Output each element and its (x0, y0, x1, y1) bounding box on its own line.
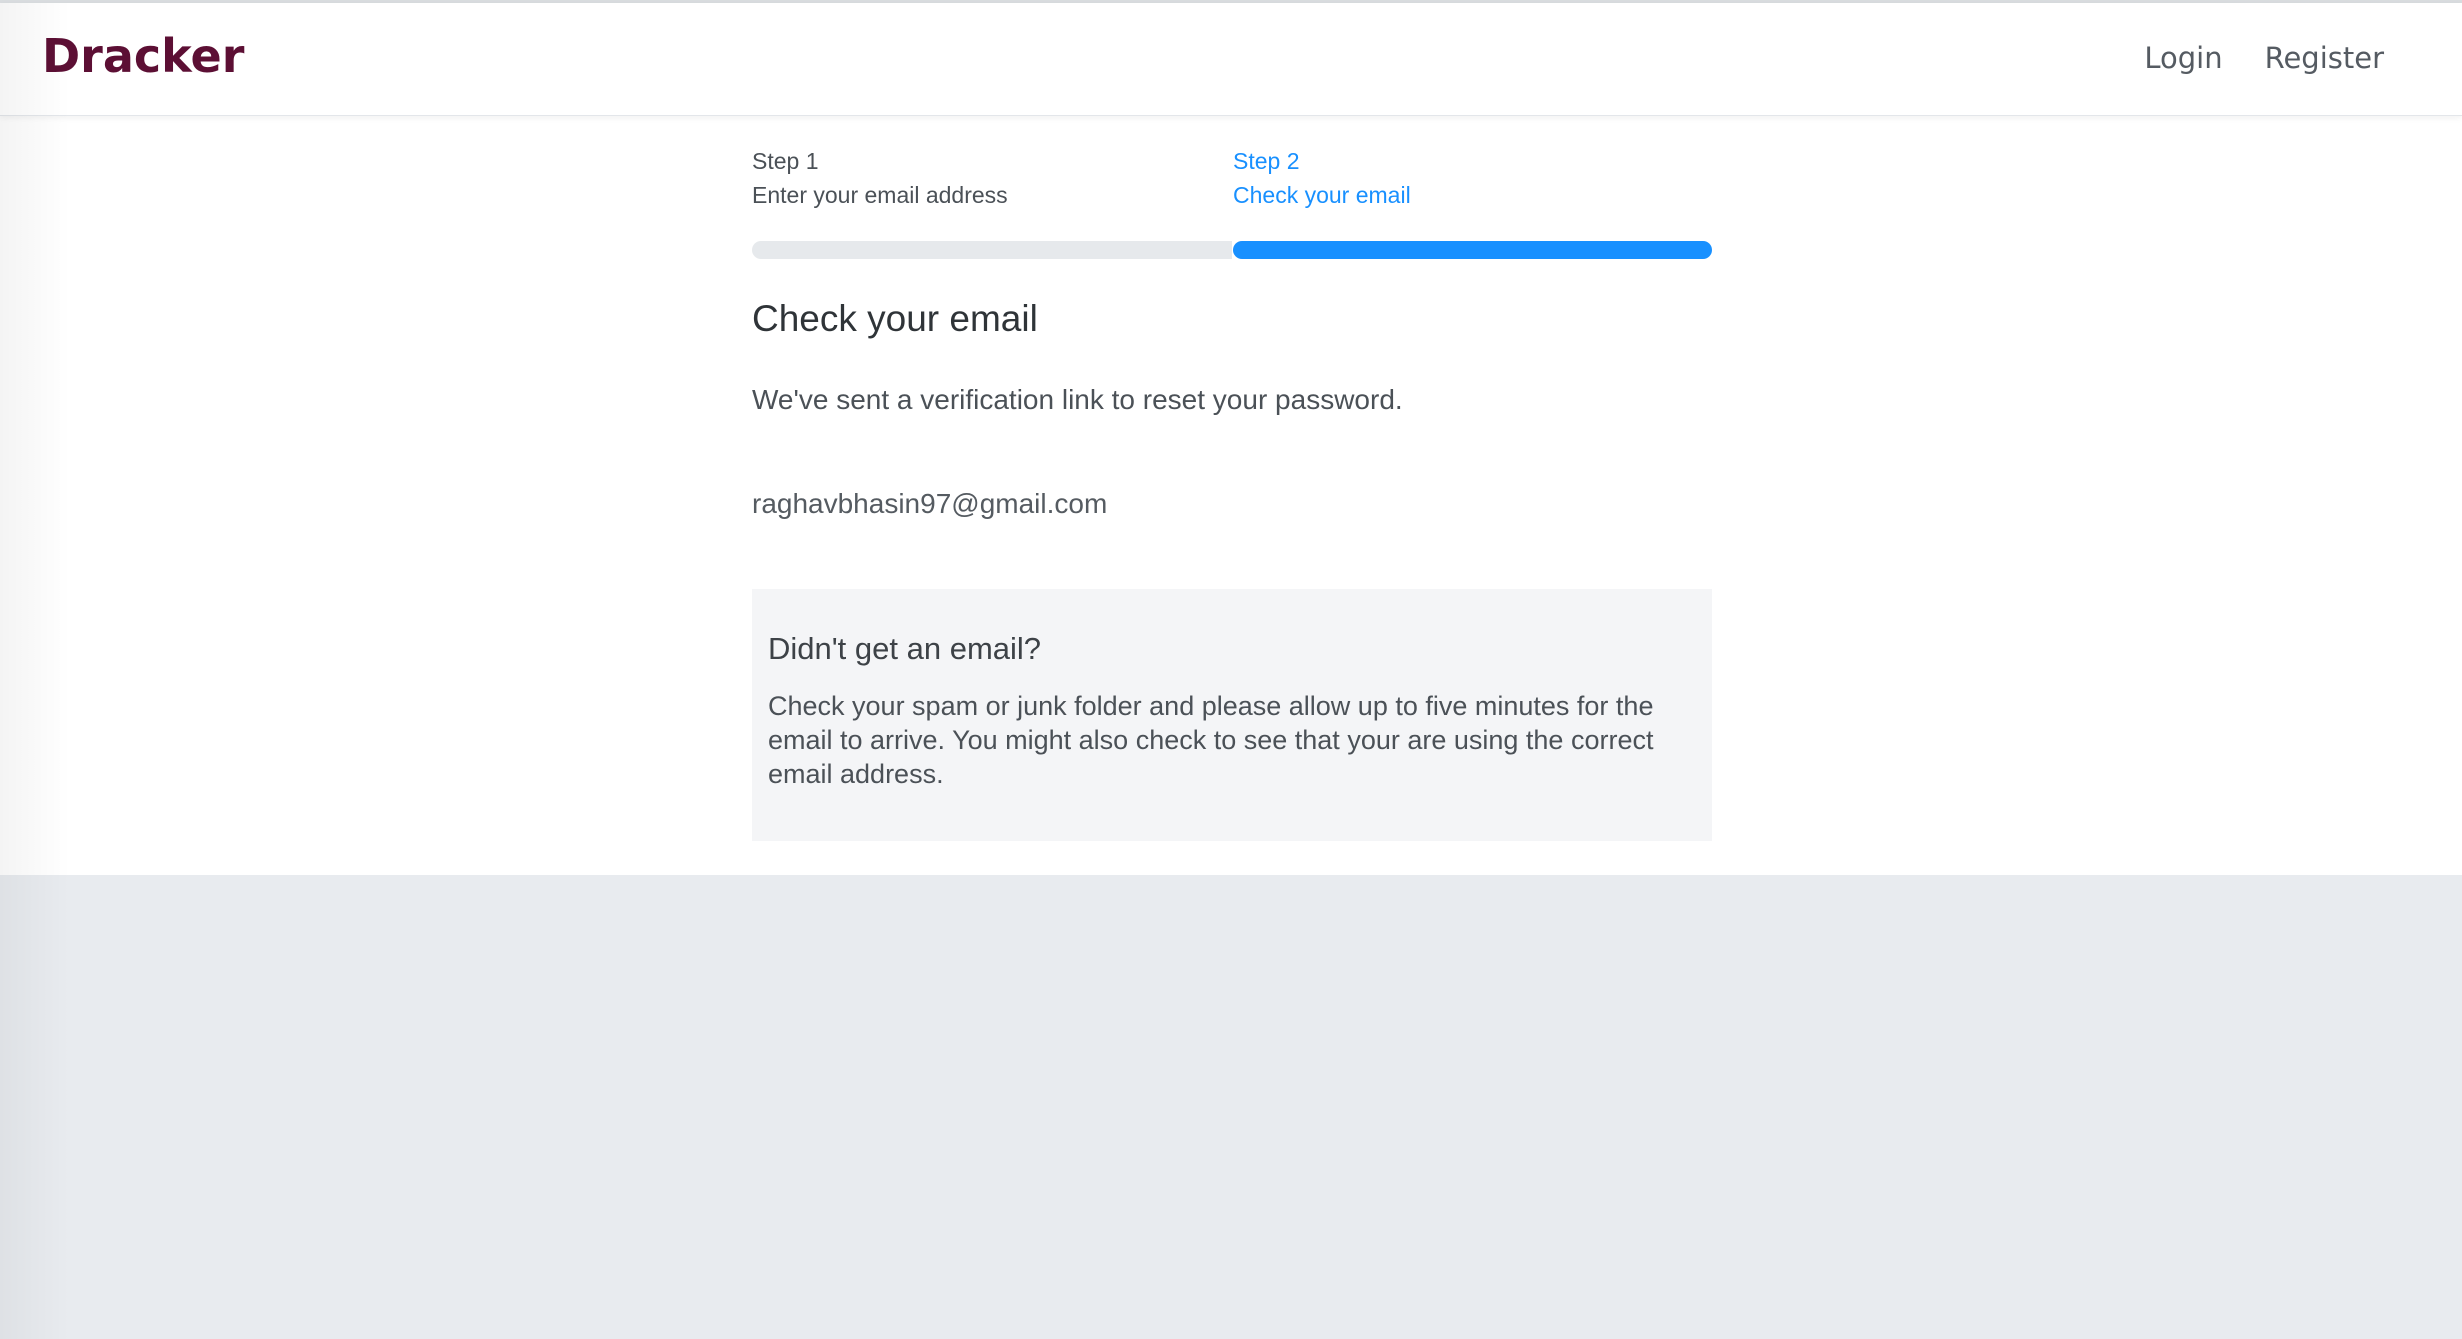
step-1-title: Enter your email address (752, 182, 1008, 208)
step-1: Step 1 Enter your email address (752, 145, 1008, 213)
page-title: Check your email (752, 298, 1038, 339)
step-2: Step 2 Check your email (1233, 145, 1411, 213)
step-2-title: Check your email (1233, 182, 1411, 208)
nav-links: Login Register (2144, 41, 2384, 75)
step-1-number: Step 1 (752, 148, 819, 174)
help-text: Check your spam or junk folder and pleas… (768, 691, 1654, 789)
help-box: Didn't get an email? Check your spam or … (752, 589, 1712, 841)
step-indicator: Step 1 Enter your email address Step 2 C… (752, 145, 1712, 259)
step-2-number: Step 2 (1233, 148, 1300, 174)
step-progress-bar (752, 241, 1712, 259)
login-link[interactable]: Login (2144, 41, 2222, 75)
help-title: Didn't get an email? (768, 631, 1042, 666)
progress-segment-step-2 (1232, 241, 1712, 259)
register-link[interactable]: Register (2265, 41, 2384, 75)
verification-message: We've sent a verification link to reset … (752, 384, 1403, 415)
email-address: raghavbhasin97@gmail.com (752, 488, 1108, 519)
browser-window: Dracker Login Register Step 1 Enter your… (0, 0, 2462, 1339)
top-navbar: Dracker Login Register (0, 3, 2462, 116)
reset-password-panel: Step 1 Enter your email address Step 2 C… (752, 145, 1712, 841)
progress-segment-step-1 (752, 241, 1232, 259)
brand-logo[interactable]: Dracker (42, 29, 244, 83)
main-content: Step 1 Enter your email address Step 2 C… (0, 115, 2462, 875)
